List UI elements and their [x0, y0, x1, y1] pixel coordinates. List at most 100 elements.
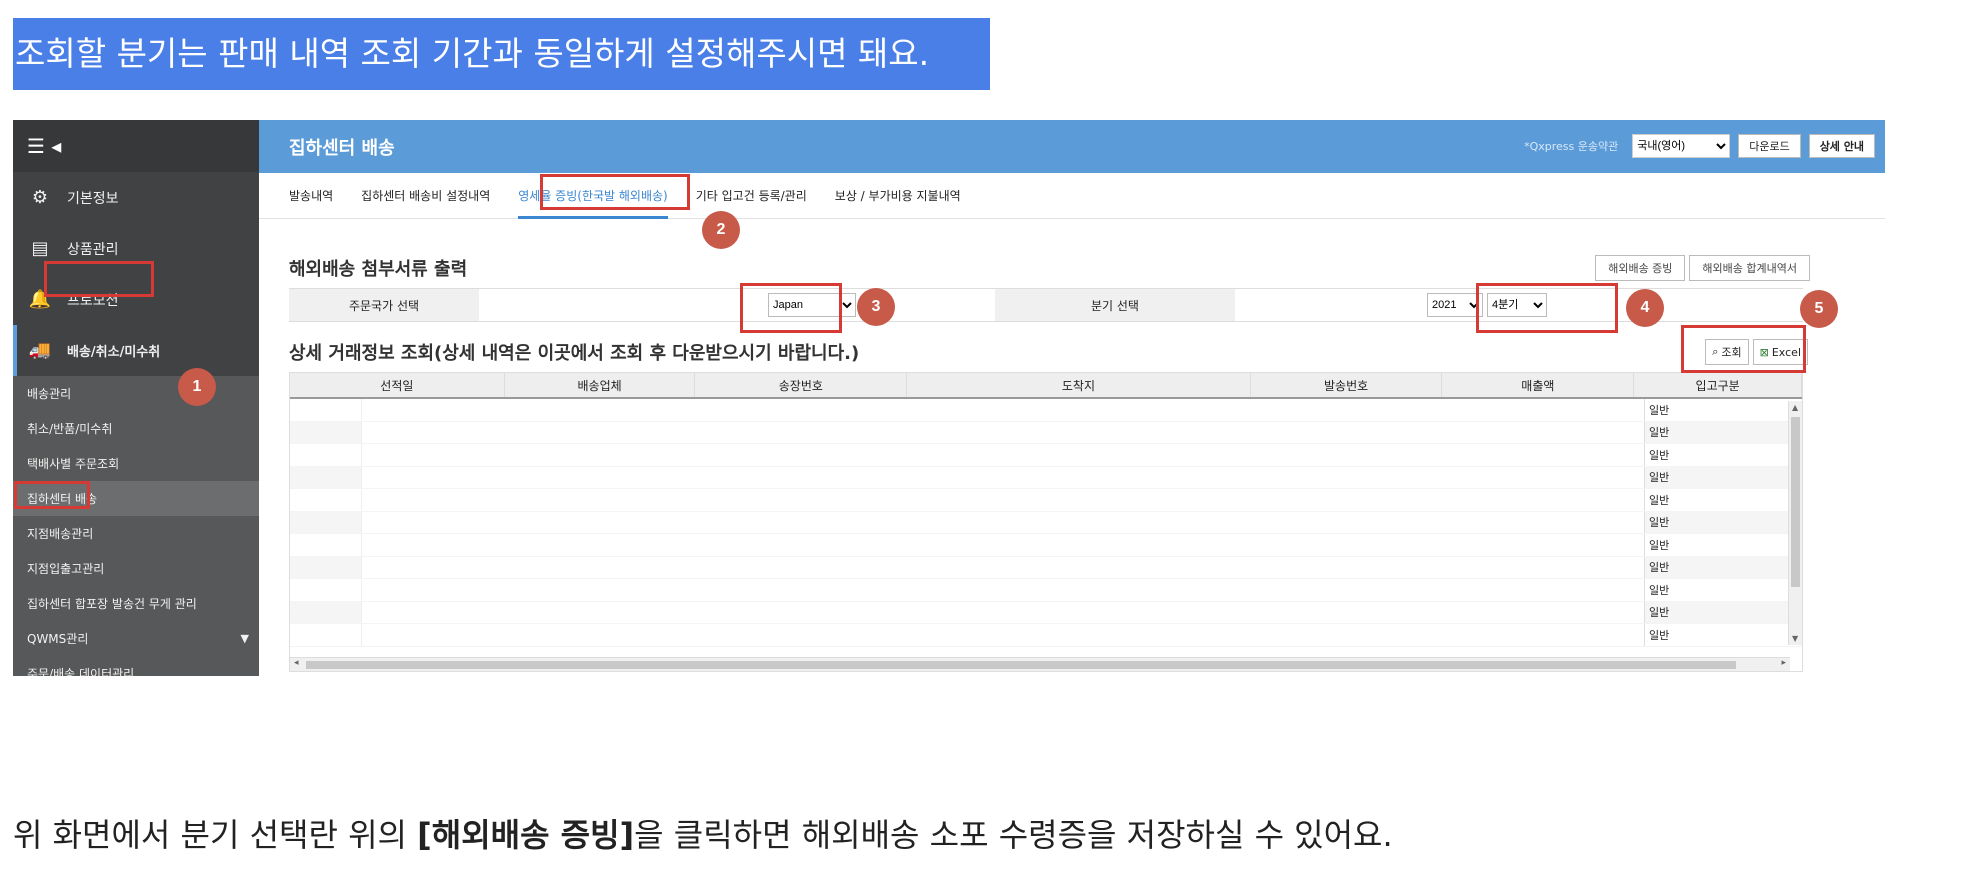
annotation-box-hub-shipping [14, 481, 90, 509]
page-title: 집하센터 배송 [289, 137, 395, 159]
table-row[interactable]: 일반 [290, 556, 1802, 579]
terms-link[interactable]: *Qxpress 운송약관 [1524, 138, 1618, 154]
transaction-grid: 선적일 배송업체 송장번호 도착지 발송번호 매출액 입고구분 일반 일반 일반 일반… [289, 372, 1803, 672]
sidebar-item-order-data[interactable]: 주문/배송 데이터관리 [13, 656, 259, 676]
sidebar-menu-shipping[interactable]: 🚚 배송/취소/미수취 [13, 325, 259, 376]
inbound-type-cell: 일반 [1644, 601, 1784, 623]
year-select[interactable]: 2021 [1427, 293, 1483, 317]
country-label: 주문국가 선택 [289, 289, 479, 321]
column-header[interactable]: 배송업체 [505, 373, 696, 397]
row-lead-cell [290, 444, 362, 466]
inbound-type-cell: 일반 [1644, 624, 1784, 646]
overseas-summary-button[interactable]: 해외배송 합계내역서 [1689, 255, 1810, 281]
inbound-type-cell: 일반 [1644, 534, 1784, 556]
horizontal-scrollbar[interactable]: ◂ ▸ [290, 657, 1790, 671]
row-lead-cell [290, 624, 362, 646]
inbound-type-cell: 일반 [1644, 511, 1784, 533]
row-lead-cell [290, 601, 362, 623]
annotation-badge-3: 3 [857, 288, 895, 326]
tab-shipping-history[interactable]: 발송내역 [289, 173, 333, 219]
scroll-thumb[interactable] [306, 661, 1736, 669]
inbound-type-cell: 일반 [1644, 556, 1784, 578]
scroll-thumb[interactable] [1791, 417, 1800, 587]
inbound-type-cell: 일반 [1644, 489, 1784, 511]
row-empty-cells [362, 399, 1644, 421]
inbound-type-cell: 일반 [1644, 466, 1784, 488]
annotation-box-zero-rate-tab [540, 174, 690, 210]
table-row[interactable]: 일반 [290, 579, 1802, 602]
row-empty-cells [362, 444, 1644, 466]
annotation-box-quarter [1476, 283, 1618, 333]
column-header[interactable]: 입고구분 [1634, 373, 1802, 397]
gears-icon: ⚙ [31, 187, 49, 208]
inbound-type-cell: 일반 [1644, 421, 1784, 443]
column-header[interactable]: 선적일 [290, 373, 505, 397]
sidebar-item-courier-orders[interactable]: 택배사별 주문조회 [13, 446, 259, 481]
sidebar-item-cancel-return[interactable]: 취소/반품/미수취 [13, 411, 259, 446]
quarter-label: 분기 선택 [995, 289, 1235, 321]
row-empty-cells [362, 624, 1644, 646]
table-row[interactable]: 일반 [290, 601, 1802, 624]
detail-section-title: 상세 거래정보 조회(상세 내역은 이곳에서 조회 후 다운받으시기 바랍니다.… [289, 343, 860, 364]
annotation-badge-4: 4 [1626, 289, 1664, 327]
column-header[interactable]: 매출액 [1442, 373, 1635, 397]
row-empty-cells [362, 556, 1644, 578]
row-lead-cell [290, 511, 362, 533]
page-header: 집하센터 배송 *Qxpress 운송약관 국내(영어) 다운로드 상세 안내 [259, 120, 1885, 173]
column-header[interactable]: 송장번호 [695, 373, 908, 397]
row-lead-cell [290, 399, 362, 421]
sidebar-item-branch-inout[interactable]: 지점입출고관리 [13, 551, 259, 586]
table-row[interactable]: 일반 [290, 489, 1802, 512]
scroll-up-icon[interactable]: ▲ [1792, 403, 1798, 412]
grid-body: 일반 일반 일반 일반 일반 일반 일반 일반 일반 일반 일반 [290, 399, 1802, 647]
sidebar-menu-basic-info[interactable]: ⚙ 기본정보 [13, 172, 259, 223]
table-row[interactable]: 일반 [290, 399, 1802, 422]
row-empty-cells [362, 421, 1644, 443]
sidebar-item-hub-weight[interactable]: 집하센터 합포장 발송건 무게 관리 [13, 586, 259, 621]
row-empty-cells [362, 601, 1644, 623]
caret-down-icon: ▼ [240, 632, 249, 645]
overseas-proof-button[interactable]: 해외배송 증빙 [1595, 255, 1686, 281]
tab-hub-fee-settings[interactable]: 집하센터 배송비 설정내역 [361, 173, 490, 219]
annotation-badge-1: 1 [178, 368, 216, 406]
table-row[interactable]: 일반 [290, 511, 1802, 534]
truck-icon: 🚚 [28, 340, 52, 361]
scroll-right-icon[interactable]: ▸ [1781, 658, 1786, 668]
table-row[interactable]: 일반 [290, 421, 1802, 444]
tab-compensation[interactable]: 보상 / 부가비용 지불내역 [835, 173, 961, 219]
list-collapse-icon: ☰ ◂ [27, 134, 62, 158]
row-lead-cell [290, 421, 362, 443]
sidebar-item-branch-shipping[interactable]: 지점배송관리 [13, 516, 259, 551]
row-lead-cell [290, 466, 362, 488]
row-lead-cell [290, 579, 362, 601]
bottom-caption: 위 화면에서 분기 선택란 위의 [해외배송 증빙]을 클릭하면 해외배송 소포… [13, 816, 1393, 854]
sidebar-submenu: 배송관리 취소/반품/미수취 택배사별 주문조회 집하센터 배송 지점배송관리 … [13, 376, 259, 676]
table-row[interactable]: 일반 [290, 466, 1802, 489]
tab-bar: 발송내역 집하센터 배송비 설정내역 영세율 증빙(한국발 해외배송) 기타 입… [259, 173, 1885, 219]
row-empty-cells [362, 466, 1644, 488]
table-row[interactable]: 일반 [290, 624, 1802, 647]
scroll-down-icon[interactable]: ▼ [1792, 634, 1798, 643]
inbound-type-cell: 일반 [1644, 399, 1784, 421]
screenshot: ☰ ◂ ⚙ 기본정보 ▤ 상품관리 🔔 프로모션 🚚 배송/취소/미수취 배송관리 취소… [13, 120, 1885, 676]
download-button[interactable]: 다운로드 [1738, 134, 1801, 158]
table-row[interactable]: 일반 [290, 534, 1802, 557]
language-select[interactable]: 국내(영어) [1632, 134, 1731, 158]
row-lead-cell [290, 534, 362, 556]
row-lead-cell [290, 556, 362, 578]
scroll-left-icon[interactable]: ◂ [294, 658, 299, 668]
column-header[interactable]: 도착지 [907, 373, 1251, 397]
vertical-scrollbar[interactable]: ▲ ▼ [1788, 401, 1802, 645]
sidebar-toggle[interactable]: ☰ ◂ [13, 120, 259, 172]
sidebar-item-shipping-management[interactable]: 배송관리 [13, 376, 259, 411]
row-empty-cells [362, 489, 1644, 511]
guide-button[interactable]: 상세 안내 [1808, 134, 1875, 158]
table-row[interactable]: 일반 [290, 444, 1802, 467]
annotation-badge-2: 2 [702, 211, 740, 249]
top-caption: 조회할 분기는 판매 내역 조회 기간과 동일하게 설정해주시면 돼요. [13, 18, 990, 90]
column-header[interactable]: 발송번호 [1251, 373, 1443, 397]
sidebar: ☰ ◂ ⚙ 기본정보 ▤ 상품관리 🔔 프로모션 🚚 배송/취소/미수취 배송관리 취소… [13, 120, 259, 676]
row-empty-cells [362, 579, 1644, 601]
document-icon: ▤ [31, 238, 49, 259]
sidebar-item-qwms[interactable]: QWMS관리 ▼ [13, 621, 259, 656]
